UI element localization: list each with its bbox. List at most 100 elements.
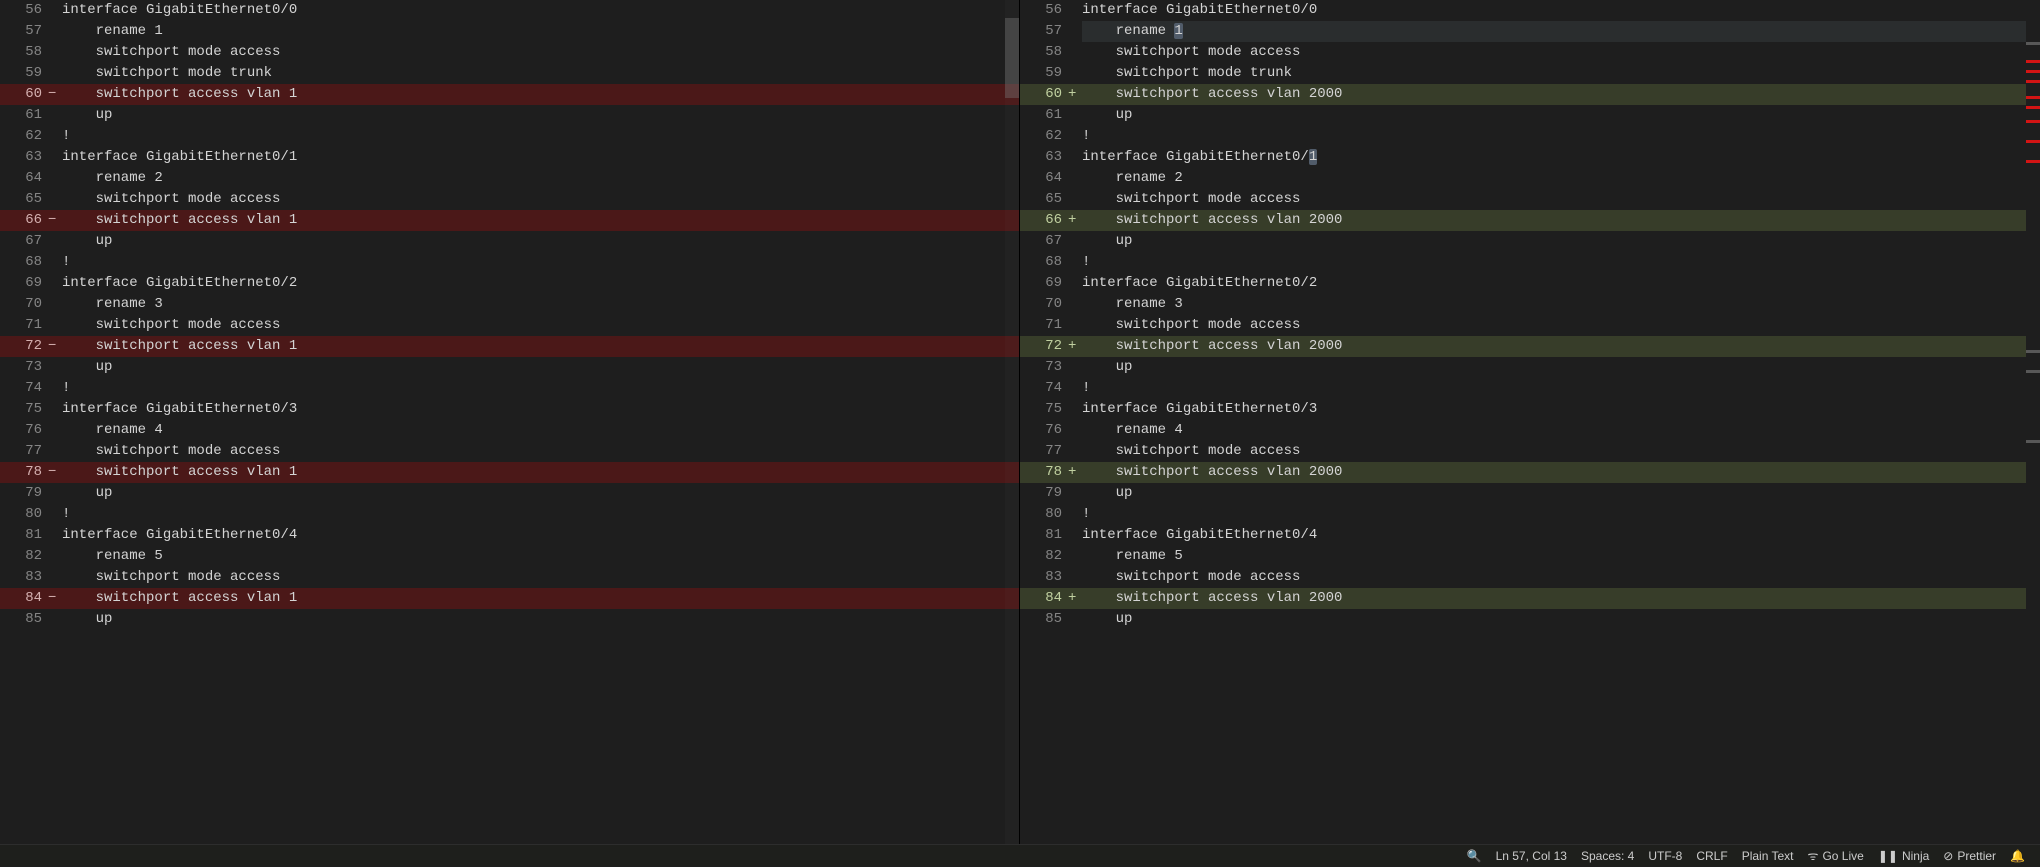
code-line[interactable]: 79 up	[0, 483, 1019, 504]
code-line[interactable]: 66− switchport access vlan 1	[0, 210, 1019, 231]
code-line[interactable]: 59 switchport mode trunk	[0, 63, 1019, 84]
code-line[interactable]: 74 !	[1020, 378, 2040, 399]
language-mode[interactable]: Plain Text	[1735, 845, 1801, 867]
code-line[interactable]: 82 rename 5	[1020, 546, 2040, 567]
diff-left-pane[interactable]: 56 interface GigabitEthernet0/057 rename…	[0, 0, 1020, 844]
overview-mark[interactable]	[2026, 106, 2040, 109]
overview-mark[interactable]	[2026, 96, 2040, 99]
code-line[interactable]: 83 switchport mode access	[1020, 567, 2040, 588]
code-line[interactable]: 64 rename 2	[1020, 168, 2040, 189]
encoding-setting[interactable]: UTF-8	[1641, 845, 1689, 867]
overview-mark[interactable]	[2026, 140, 2040, 143]
code-line[interactable]: 71 switchport mode access	[0, 315, 1019, 336]
code-line[interactable]: 78+ switchport access vlan 2000	[1020, 462, 2040, 483]
prettier-button[interactable]: ⊘ Prettier	[1936, 845, 2003, 867]
code-line[interactable]: 67 up	[1020, 231, 2040, 252]
code-line[interactable]: 63 interface GigabitEthernet0/1	[0, 147, 1019, 168]
code-line[interactable]: 65 switchport mode access	[0, 189, 1019, 210]
code-line[interactable]: 56 interface GigabitEthernet0/0	[0, 0, 1019, 21]
code-line[interactable]: 64 rename 2	[0, 168, 1019, 189]
overview-mark[interactable]	[2026, 160, 2040, 163]
code-line[interactable]: 72+ switchport access vlan 2000	[1020, 336, 2040, 357]
code-line[interactable]: 62 !	[1020, 126, 2040, 147]
code-line[interactable]: 75 interface GigabitEthernet0/3	[1020, 399, 2040, 420]
line-content: !	[1082, 252, 2040, 273]
code-line[interactable]: 84+ switchport access vlan 2000	[1020, 588, 2040, 609]
cursor-position[interactable]: Ln 57, Col 13	[1489, 845, 1574, 867]
code-line[interactable]: 77 switchport mode access	[0, 441, 1019, 462]
overview-ruler[interactable]	[2026, 0, 2040, 844]
indent-setting[interactable]: Spaces: 4	[1574, 845, 1641, 867]
code-line[interactable]: 66+ switchport access vlan 2000	[1020, 210, 2040, 231]
code-line[interactable]: 63 interface GigabitEthernet0/1	[1020, 147, 2040, 168]
right-code[interactable]: 56 interface GigabitEthernet0/057 rename…	[1020, 0, 2040, 844]
diff-marker	[48, 273, 62, 294]
code-line[interactable]: 71 switchport mode access	[1020, 315, 2040, 336]
code-line[interactable]: 69 interface GigabitEthernet0/2	[0, 273, 1019, 294]
code-line[interactable]: 57 rename 1	[0, 21, 1019, 42]
code-line[interactable]: 83 switchport mode access	[0, 567, 1019, 588]
left-scrollbar[interactable]	[1005, 0, 1019, 844]
code-line[interactable]: 85 up	[1020, 609, 2040, 630]
code-line[interactable]: 58 switchport mode access	[0, 42, 1019, 63]
code-line[interactable]: 70 rename 3	[0, 294, 1019, 315]
code-line[interactable]: 80 !	[0, 504, 1019, 525]
code-line[interactable]: 82 rename 5	[0, 546, 1019, 567]
diff-marker	[1068, 378, 1082, 399]
code-line[interactable]: 80 !	[1020, 504, 2040, 525]
code-line[interactable]: 85 up	[0, 609, 1019, 630]
overview-mark[interactable]	[2026, 42, 2040, 45]
overview-mark[interactable]	[2026, 70, 2040, 73]
overview-mark[interactable]	[2026, 350, 2040, 353]
code-line[interactable]: 76 rename 4	[1020, 420, 2040, 441]
code-line[interactable]: 73 up	[0, 357, 1019, 378]
code-line[interactable]: 69 interface GigabitEthernet0/2	[1020, 273, 2040, 294]
left-code[interactable]: 56 interface GigabitEthernet0/057 rename…	[0, 0, 1019, 844]
code-line[interactable]: 76 rename 4	[0, 420, 1019, 441]
code-line[interactable]: 65 switchport mode access	[1020, 189, 2040, 210]
line-content: switchport access vlan 1	[62, 210, 1019, 231]
notifications-button[interactable]: 🔔	[2003, 845, 2032, 867]
overview-mark[interactable]	[2026, 60, 2040, 63]
go-live-button[interactable]: ᯤ Go Live	[1801, 845, 1871, 867]
code-line[interactable]: 61 up	[0, 105, 1019, 126]
scrollbar-thumb[interactable]	[1005, 18, 1019, 98]
zoom-button[interactable]: 🔍	[1460, 845, 1489, 867]
line-number: 68	[1020, 252, 1068, 273]
code-line[interactable]: 75 interface GigabitEthernet0/3	[0, 399, 1019, 420]
code-line[interactable]: 57 rename 1	[1020, 21, 2040, 42]
code-line[interactable]: 74 !	[0, 378, 1019, 399]
line-number: 58	[1020, 42, 1068, 63]
status-bar: 🔍 Ln 57, Col 13 Spaces: 4 UTF-8 CRLF Pla…	[0, 844, 2040, 866]
line-content: up	[62, 609, 1019, 630]
code-line[interactable]: 68 !	[1020, 252, 2040, 273]
code-line[interactable]: 84− switchport access vlan 1	[0, 588, 1019, 609]
code-line[interactable]: 59 switchport mode trunk	[1020, 63, 2040, 84]
eol-setting[interactable]: CRLF	[1689, 845, 1734, 867]
code-line[interactable]: 79 up	[1020, 483, 2040, 504]
code-line[interactable]: 67 up	[0, 231, 1019, 252]
code-line[interactable]: 60− switchport access vlan 1	[0, 84, 1019, 105]
overview-mark[interactable]	[2026, 440, 2040, 443]
diff-right-pane[interactable]: 56 interface GigabitEthernet0/057 rename…	[1020, 0, 2040, 844]
code-line[interactable]: 70 rename 3	[1020, 294, 2040, 315]
bell-icon: 🔔	[2010, 845, 2025, 867]
code-line[interactable]: 56 interface GigabitEthernet0/0	[1020, 0, 2040, 21]
code-line[interactable]: 73 up	[1020, 357, 2040, 378]
ninja-button[interactable]: ❚❚ Ninja	[1871, 845, 1936, 867]
line-number: 63	[1020, 147, 1068, 168]
code-line[interactable]: 72− switchport access vlan 1	[0, 336, 1019, 357]
code-line[interactable]: 58 switchport mode access	[1020, 42, 2040, 63]
code-line[interactable]: 78− switchport access vlan 1	[0, 462, 1019, 483]
code-line[interactable]: 62 !	[0, 126, 1019, 147]
overview-mark[interactable]	[2026, 370, 2040, 373]
overview-mark[interactable]	[2026, 120, 2040, 123]
code-line[interactable]: 68 !	[0, 252, 1019, 273]
code-line[interactable]: 77 switchport mode access	[1020, 441, 2040, 462]
code-line[interactable]: 81 interface GigabitEthernet0/4	[1020, 525, 2040, 546]
code-line[interactable]: 60+ switchport access vlan 2000	[1020, 84, 2040, 105]
code-line[interactable]: 61 up	[1020, 105, 2040, 126]
line-content: switchport access vlan 2000	[1082, 336, 2040, 357]
overview-mark[interactable]	[2026, 80, 2040, 83]
code-line[interactable]: 81 interface GigabitEthernet0/4	[0, 525, 1019, 546]
